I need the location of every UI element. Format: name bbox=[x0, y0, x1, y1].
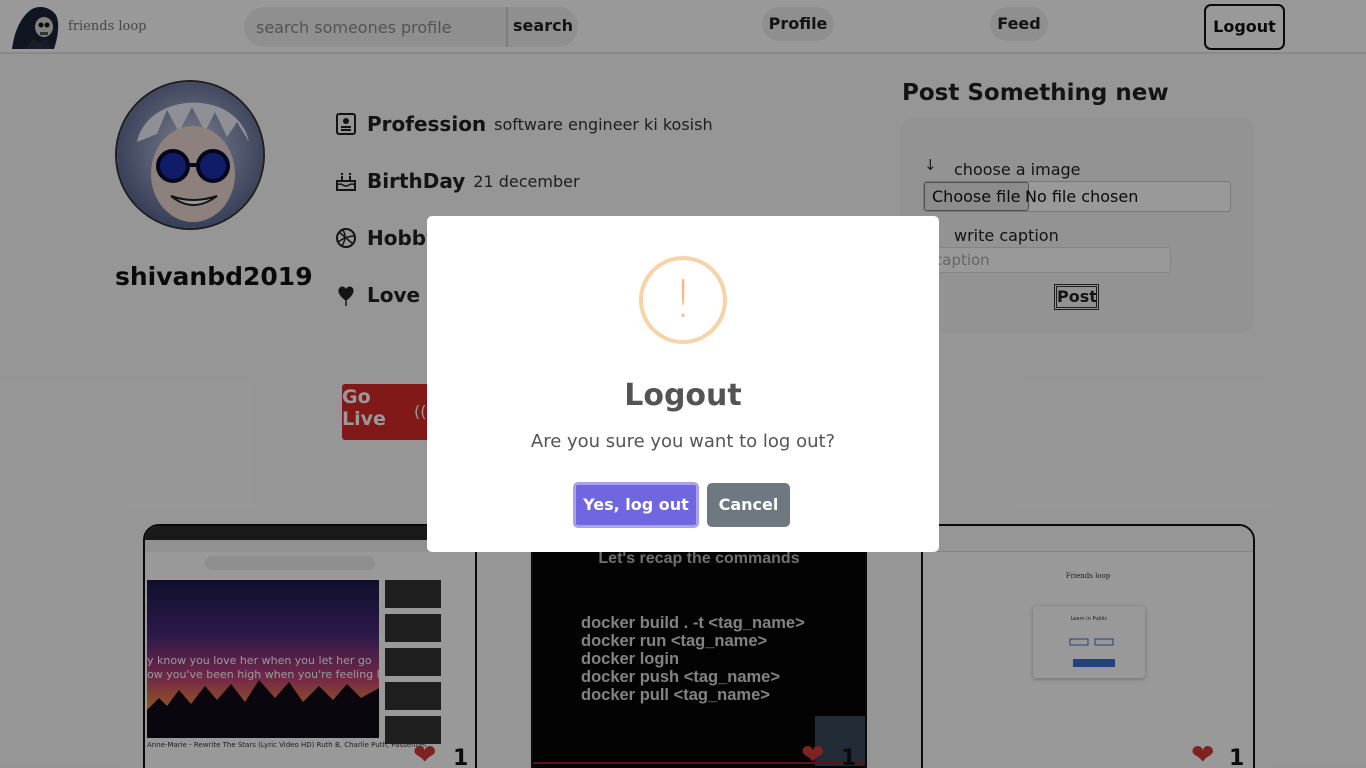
dialog-message: Are you sure you want to log out? bbox=[530, 431, 836, 452]
confirm-logout-button[interactable]: Yes, log out bbox=[573, 482, 699, 528]
warning-icon: ! bbox=[639, 256, 727, 344]
logout-dialog: ! Logout Are you sure you want to log ou… bbox=[427, 216, 939, 552]
cancel-button[interactable]: Cancel bbox=[707, 483, 790, 527]
dialog-title: Logout bbox=[624, 378, 742, 413]
